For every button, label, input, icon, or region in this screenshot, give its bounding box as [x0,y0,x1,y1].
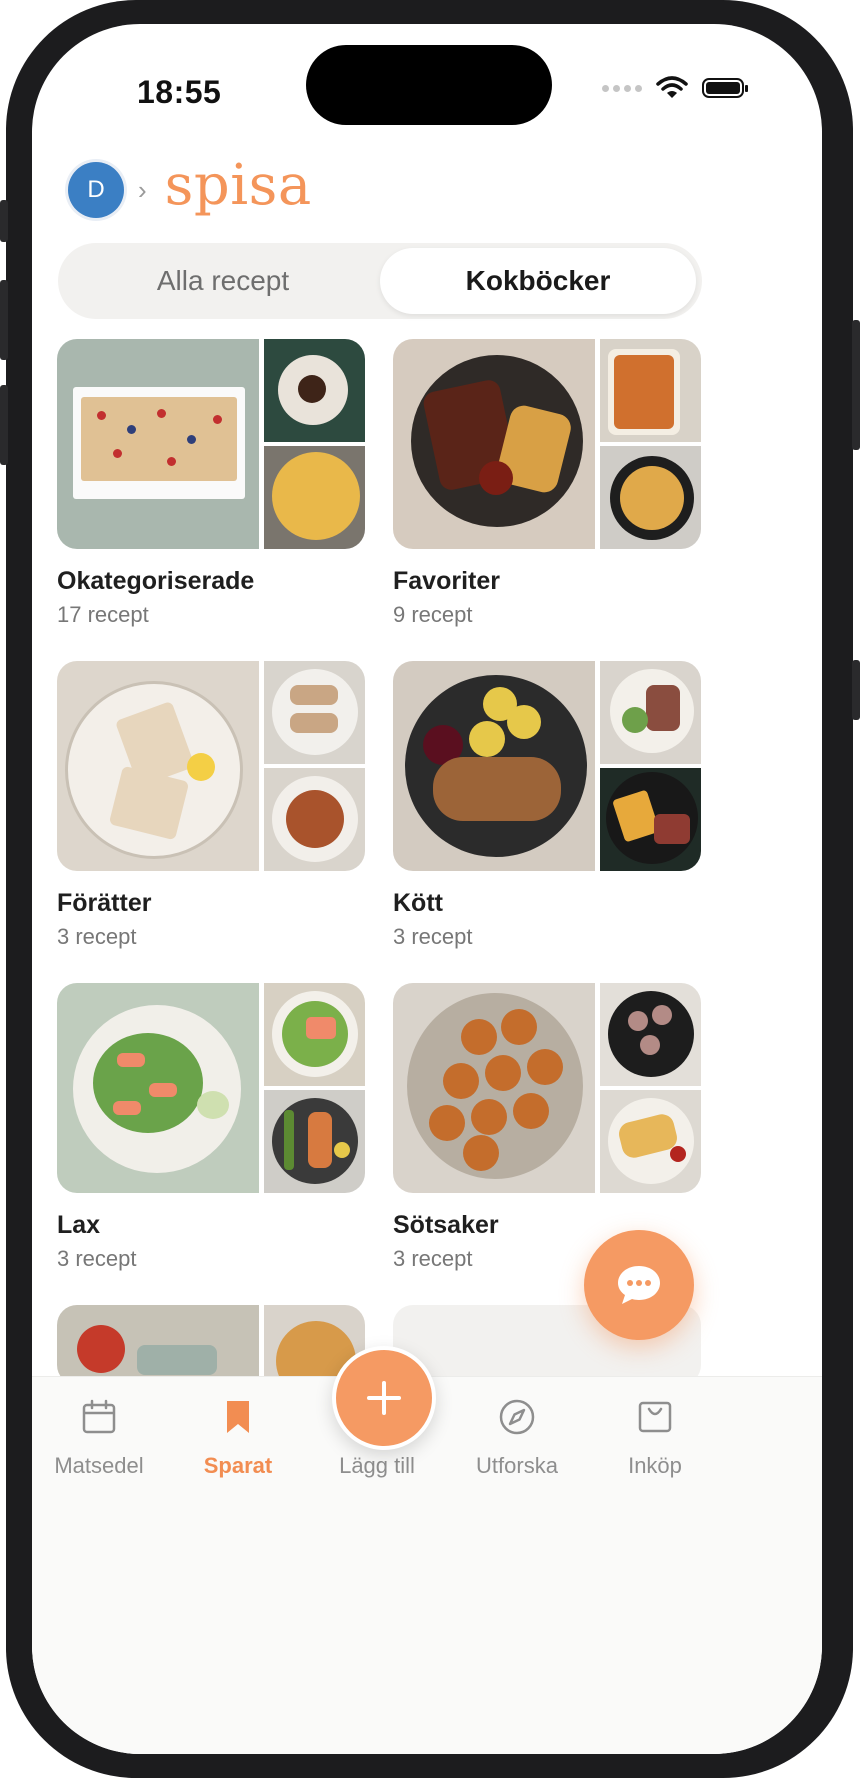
recipe-image [600,661,701,764]
compass-icon [499,1399,535,1435]
tab-label: Inköp [628,1453,682,1478]
tab-matsedel[interactable]: Matsedel [32,1397,174,1479]
tab-label: Lägg till [339,1453,415,1478]
volume-up-button [0,280,8,360]
recipe-image [600,339,701,442]
add-recipe-button[interactable] [332,1346,436,1450]
cookbook-title: Förätter [57,889,152,917]
bookmark-icon [227,1401,249,1433]
recipe-image [264,661,365,764]
plus-icon [367,1381,401,1415]
recipe-image [393,983,595,1193]
chat-bubble-icon [618,1266,660,1304]
cookbook-title: Lax [57,1211,101,1239]
action-button [0,200,8,242]
cookbook-collage [57,339,365,549]
cookbook-card[interactable]: Favoriter 9 recept [393,339,701,628]
recipe-image [264,768,365,871]
camera-control-button [852,660,860,720]
cookbook-title: Favoriter [393,567,500,595]
status-time: 18:55 [137,74,222,110]
tab-sparat[interactable]: Sparat [163,1397,313,1479]
recipe-image [264,446,365,549]
recipe-image [264,339,365,442]
tab-label: Sparat [203,1453,273,1478]
volume-down-button [0,385,8,465]
cookbook-collage [393,661,701,871]
dynamic-island [306,45,552,125]
avatar[interactable]: D [68,162,124,218]
header: D › spisa [68,158,312,218]
cookbook-title: Okategoriserade [57,567,255,595]
chevron-right-icon: › [138,174,147,205]
cookbook-card[interactable]: Förätter 3 recept [57,661,365,950]
recipe-image [600,446,701,549]
chat-button[interactable] [584,1230,694,1340]
recipe-image [57,661,259,871]
cookbook-collage [393,339,701,549]
recipe-image [600,1090,701,1193]
screen: 18:55 D › spisa Alla recept Kokböcker Ok… [32,24,822,1754]
status-icons [602,76,748,100]
signal-icon [602,84,642,92]
recipe-image [264,1090,365,1193]
power-button [852,320,860,450]
recipe-image [600,983,701,1086]
cookbook-title: Kött [393,889,443,917]
cookbook-count: 3 recept [393,924,473,949]
cookbook-count: 9 recept [393,602,473,627]
recipe-image [57,1305,259,1385]
tab-label: Utforska [476,1453,558,1478]
app-logo: spisa [164,153,312,218]
cookbook-count: 17 recept [57,602,149,627]
tab-utforska[interactable]: Utforska [442,1397,592,1479]
cookbook-collage[interactable] [57,1305,365,1385]
cookbook-card[interactable]: Sötsaker 3 recept [393,983,701,1272]
recipe-image [57,339,259,549]
battery-icon [702,78,748,98]
cookbook-card[interactable]: Okategoriserade 17 recept [57,339,365,628]
wifi-icon [656,76,688,98]
tab-bar: Matsedel Sparat Lägg till Utforska Inköp [32,1376,822,1754]
tab-inkop[interactable]: Inköp [580,1397,730,1479]
recipe-image [393,339,595,549]
segmented-control: Alla recept Kokböcker [58,243,702,319]
recipe-image [264,983,365,1086]
cookbook-collage [57,661,365,871]
shopping-bag-icon [638,1401,672,1433]
cookbook-collage [393,983,701,1193]
recipe-image [600,768,701,871]
cookbook-count: 3 recept [57,1246,137,1271]
cookbook-collage [57,983,365,1193]
tab-cookbooks[interactable]: Kokböcker [380,248,696,314]
calendar-icon [82,1399,116,1434]
tab-label: Matsedel [54,1453,144,1478]
cookbook-card[interactable]: Lax 3 recept [57,983,365,1272]
tab-all-recipes[interactable]: Alla recept [64,248,382,314]
cookbook-count: 3 recept [57,924,137,949]
recipe-image [57,983,259,1193]
recipe-image [393,661,595,871]
cookbook-card[interactable]: Kött 3 recept [393,661,701,950]
